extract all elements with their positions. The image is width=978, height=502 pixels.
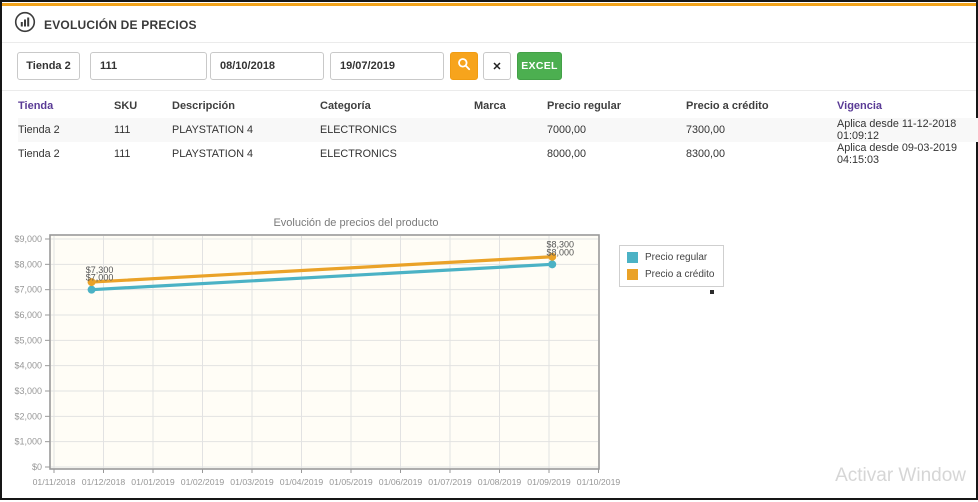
legend-swatch <box>627 252 638 263</box>
x-axis-label: 01/05/2019 <box>329 477 373 487</box>
x-axis-label: 01/08/2019 <box>478 477 522 487</box>
x-axis-label: 01/10/2019 <box>577 477 621 487</box>
legend-label: Precio a crédito <box>645 269 714 280</box>
chart-canvas: $0 $1,000 $2,000 $3,000 $4,000 $5,000 $6,000 $7… <box>2 217 722 502</box>
cell-sku: 111 <box>114 118 172 142</box>
search-button[interactable] <box>450 52 478 80</box>
cell-marca <box>474 118 547 142</box>
cell-precio-credito: 8300,00 <box>686 142 837 166</box>
search-icon <box>457 57 471 76</box>
table-row[interactable]: Tienda 2 111 PLAYSTATION 4 ELECTRONICS 8… <box>18 142 978 166</box>
date-from-input[interactable] <box>210 52 324 80</box>
page-header: EVOLUCIÓN DE PRECIOS <box>14 11 197 38</box>
point-label: $7,300 <box>86 265 114 275</box>
cell-precio-credito: 7300,00 <box>686 118 837 142</box>
y-axis-label: $4,000 <box>14 361 42 371</box>
results-table: Tienda SKU Descripción Categoría Marca P… <box>2 93 978 166</box>
column-header-vigencia[interactable]: Vigencia <box>837 93 978 118</box>
y-axis-label: $2,000 <box>14 411 42 421</box>
y-axis-label: $1,000 <box>14 437 42 447</box>
bar-chart-icon <box>14 11 36 38</box>
x-axis-label: 01/11/2018 <box>33 477 76 487</box>
cell-descripcion: PLAYSTATION 4 <box>172 142 320 166</box>
x-axis-label: 01/03/2019 <box>230 477 274 487</box>
legend-label: Precio regular <box>645 252 707 263</box>
filter-bar: Tienda 2 ✕ EXCEL <box>17 52 562 80</box>
cell-tienda: Tienda 2 <box>18 142 114 166</box>
cell-categoria: ELECTRONICS <box>320 142 474 166</box>
cell-tienda: Tienda 2 <box>18 118 114 142</box>
y-axis-label: $0 <box>32 462 42 472</box>
cell-sku: 111 <box>114 142 172 166</box>
excel-export-button[interactable]: EXCEL <box>517 52 562 80</box>
y-axis-label: $7,000 <box>14 285 42 295</box>
price-evolution-page: { "window": { "title": "EVOLUCIÓN DE PRE… <box>0 0 978 500</box>
chart-legend: Precio regular Precio a crédito <box>619 245 724 287</box>
x-axis-label: 01/02/2019 <box>181 477 225 487</box>
column-header-categoria: Categoría <box>320 93 474 118</box>
filter-divider <box>2 90 976 91</box>
cell-descripcion: PLAYSTATION 4 <box>172 118 320 142</box>
column-header-precio-regular: Precio regular <box>547 93 686 118</box>
header-divider <box>2 42 976 43</box>
price-evolution-chart: Evolución de precios del producto $0$1,0… <box>2 217 722 502</box>
page-title: EVOLUCIÓN DE PRECIOS <box>44 18 197 32</box>
legend-entry: Precio regular <box>627 252 714 263</box>
windows-activation-watermark: Activar Window <box>835 465 966 487</box>
top-accent-line <box>2 3 976 6</box>
y-axis-label: $5,000 <box>14 335 42 345</box>
cell-marca <box>474 142 547 166</box>
column-header-tienda[interactable]: Tienda <box>18 93 114 118</box>
legend-entry: Precio a crédito <box>627 269 714 280</box>
y-axis-label: $8,000 <box>14 259 42 269</box>
clear-button[interactable]: ✕ <box>483 52 511 80</box>
point-label: $8,300 <box>546 240 574 250</box>
stray-dot <box>710 290 714 294</box>
cell-precio-regular: 7000,00 <box>547 118 686 142</box>
column-header-marca: Marca <box>474 93 547 118</box>
x-axis-label: 01/12/2018 <box>82 477 126 487</box>
column-header-descripcion: Descripción <box>172 93 320 118</box>
x-axis-label: 01/07/2019 <box>428 477 472 487</box>
cell-vigencia: Aplica desde 09-03-2019 04:15:03 <box>837 142 978 166</box>
table-row[interactable]: Tienda 2 111 PLAYSTATION 4 ELECTRONICS 7… <box>18 118 978 142</box>
date-to-input[interactable] <box>330 52 444 80</box>
x-axis-label: 01/01/2019 <box>131 477 175 487</box>
data-point <box>88 286 96 294</box>
y-axis-label: $6,000 <box>14 310 42 320</box>
legend-swatch <box>627 269 638 280</box>
cell-precio-regular: 8000,00 <box>547 142 686 166</box>
y-axis-label: $9,000 <box>14 234 42 244</box>
column-header-sku: SKU <box>114 93 172 118</box>
close-icon: ✕ <box>492 60 501 73</box>
cell-vigencia: Aplica desde 11-12-2018 01:09:12 <box>837 118 978 142</box>
column-header-precio-credito: Precio a crédito <box>686 93 837 118</box>
x-axis-label: 01/04/2019 <box>280 477 324 487</box>
cell-categoria: ELECTRONICS <box>320 118 474 142</box>
x-axis-label: 01/09/2019 <box>527 477 571 487</box>
data-point <box>548 260 556 268</box>
table-header-row: Tienda SKU Descripción Categoría Marca P… <box>18 93 978 118</box>
y-axis-label: $3,000 <box>14 386 42 396</box>
store-select[interactable]: Tienda 2 <box>17 52 80 80</box>
sku-input[interactable] <box>90 52 207 80</box>
x-axis-label: 01/06/2019 <box>379 477 423 487</box>
